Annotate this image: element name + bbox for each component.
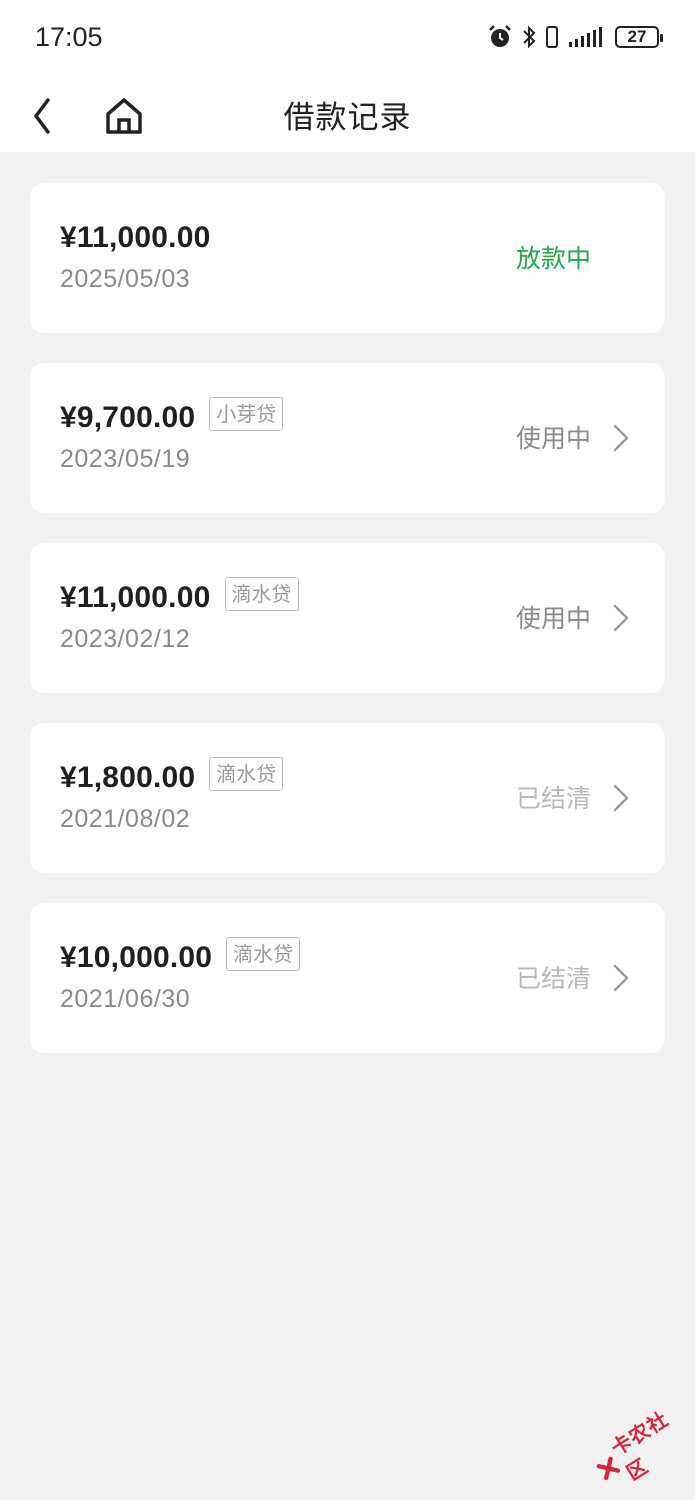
battery-level: 27 — [627, 27, 647, 46]
loan-amount: ¥11,000.00 — [60, 221, 211, 254]
signal-icon — [569, 27, 602, 47]
loan-status: 已结清 — [515, 784, 591, 813]
status-time: 17:05 — [35, 22, 103, 52]
chevron-right-icon — [613, 424, 629, 452]
loan-card[interactable]: ¥11,000.00 2025/05/03 放款中 — [30, 183, 665, 333]
chevron-right-icon — [613, 964, 629, 992]
loan-date: 2023/05/19 — [60, 445, 191, 473]
loan-date: 2023/02/12 — [60, 625, 191, 653]
nav-bar: 借款记录 — [0, 80, 695, 152]
loan-status: 使用中 — [515, 424, 591, 453]
loan-status: 使用中 — [515, 604, 591, 633]
battery-icon: 27 — [615, 26, 663, 48]
loan-amount: ¥1,800.00 — [60, 761, 196, 794]
loan-card[interactable]: ¥9,700.00 小芽贷 2023/05/19 使用中 — [30, 363, 665, 513]
chevron-right-icon — [613, 604, 629, 632]
loan-list: ¥11,000.00 2025/05/03 放款中 ¥9,700.00 小芽贷 … — [30, 183, 665, 1083]
loan-product-tag: 滴水贷 — [209, 757, 284, 791]
status-bar: 17:05 27 — [0, 0, 695, 80]
bluetooth-icon — [523, 25, 536, 49]
loan-product-tag: 滴水贷 — [226, 937, 301, 971]
vibrate-icon — [546, 26, 558, 48]
loan-status: 放款中 — [515, 244, 591, 273]
loan-amount: ¥9,700.00 — [60, 401, 196, 434]
watermark-logo: 卡农社区 — [584, 1397, 695, 1499]
status-icons: 27 — [487, 24, 663, 50]
loan-date: 2021/08/02 — [60, 805, 191, 833]
alarm-icon — [489, 25, 511, 47]
loan-date: 2025/05/03 — [60, 265, 191, 293]
loan-amount: ¥10,000.00 — [60, 941, 213, 974]
chevron-right-icon — [613, 784, 629, 812]
loan-amount: ¥11,000.00 — [60, 581, 211, 614]
loan-card[interactable]: ¥1,800.00 滴水贷 2021/08/02 已结清 — [30, 723, 665, 873]
loan-status: 已结清 — [515, 964, 591, 993]
loan-card[interactable]: ¥11,000.00 滴水贷 2023/02/12 使用中 — [30, 543, 665, 693]
loan-product-tag: 滴水贷 — [224, 577, 299, 611]
loan-product-tag: 小芽贷 — [209, 397, 284, 431]
loan-card[interactable]: ¥10,000.00 滴水贷 2021/06/30 已结清 — [30, 903, 665, 1053]
loan-date: 2021/06/30 — [60, 985, 191, 1013]
page-title: 借款记录 — [283, 100, 412, 136]
